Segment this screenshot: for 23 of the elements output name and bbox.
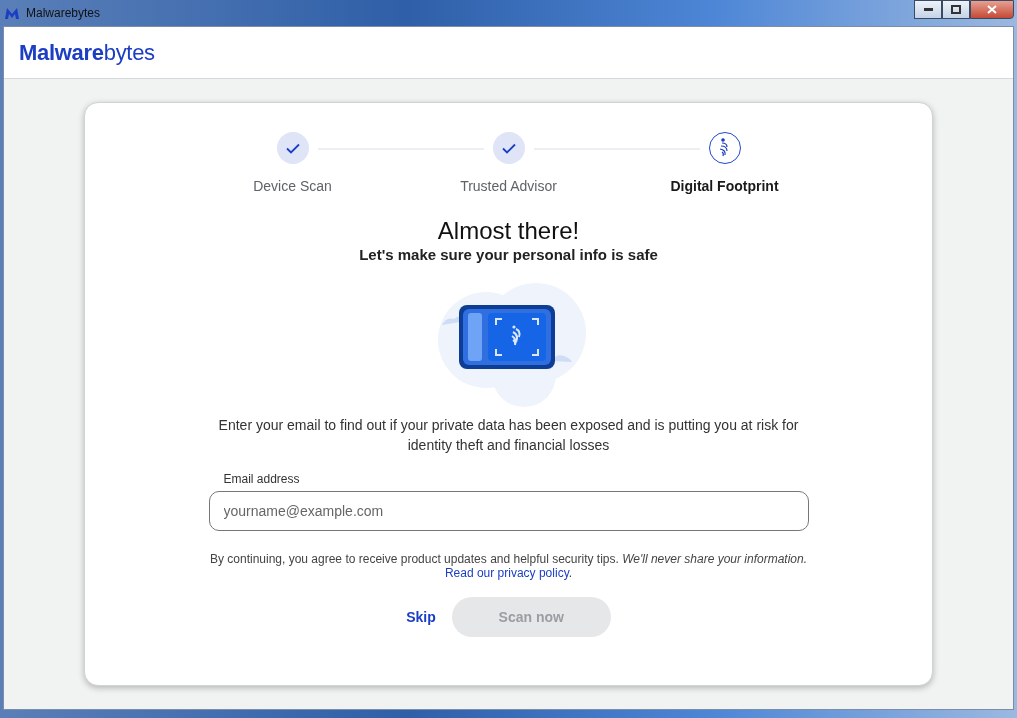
app-logo-icon <box>4 6 20 20</box>
field-label: Email address <box>223 472 301 486</box>
step-label: Digital Footprint <box>670 178 779 194</box>
subheading: Let's make sure your personal info is safe <box>359 246 658 263</box>
window-title: Malwarebytes <box>26 6 102 20</box>
minimize-button[interactable] <box>914 0 942 19</box>
check-icon <box>285 142 300 154</box>
step-label: Device Scan <box>253 178 332 194</box>
maximize-button[interactable] <box>942 0 970 19</box>
minimize-icon <box>923 8 933 11</box>
close-button[interactable] <box>970 0 1014 19</box>
close-icon <box>987 5 997 14</box>
skip-button[interactable]: Skip <box>406 605 436 629</box>
description-text: Enter your email to find out if your private data has been exposed and is putting you at risk for identity theft and financial losses <box>217 416 800 455</box>
consent-text: By continuing, you agree to receive product updates and helpful security tips. We'll never share your information. Read our privacy policy. <box>208 552 809 580</box>
step-label: Trusted Advisor <box>460 178 557 194</box>
privacy-policy-link[interactable]: Read our privacy policy <box>444 566 569 580</box>
brand-logo: Malwarebytes <box>19 39 155 66</box>
footprint-icon <box>718 138 731 158</box>
maximize-icon <box>951 5 961 14</box>
email-input-field[interactable]: yourname@example.com <box>208 491 809 531</box>
check-icon <box>501 142 516 154</box>
heading: Almost there! <box>437 217 580 245</box>
